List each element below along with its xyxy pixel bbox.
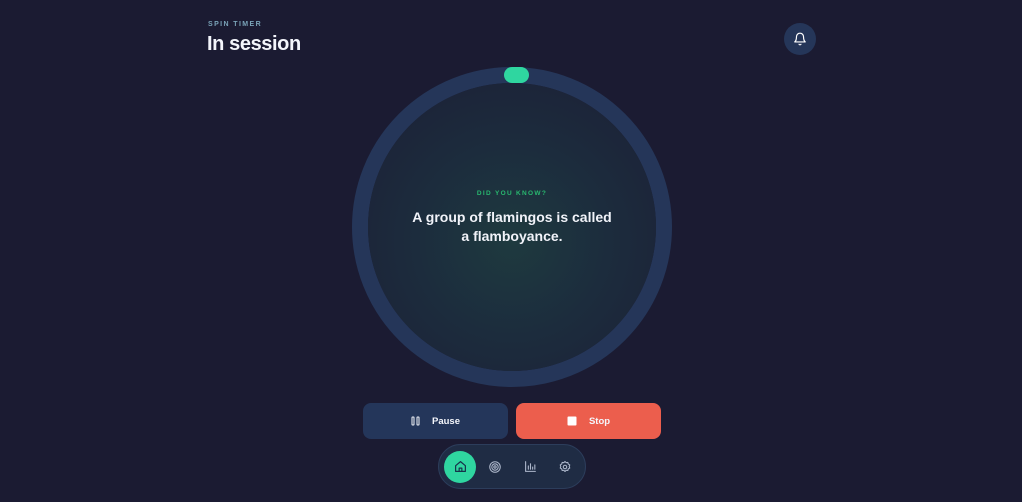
nav-item-target[interactable]: [479, 451, 511, 483]
app-screen: SPIN TIMER In session DID YOU KNOW? A gr…: [0, 0, 1022, 502]
stop-label: Stop: [588, 415, 611, 427]
fact-text: A group of flamingos is called a flamboy…: [412, 209, 612, 244]
bell-icon: [794, 32, 806, 46]
fact-card: DID YOU KNOW? A group of flamingos is ca…: [368, 83, 656, 371]
gear-icon: [559, 460, 571, 472]
pause-icon: [411, 416, 420, 426]
stop-icon: [567, 416, 577, 426]
pause-button[interactable]: Pause: [363, 403, 508, 439]
fact-label: DID YOU KNOW?: [476, 190, 548, 197]
page-title: In session: [207, 33, 301, 55]
nav-item-home[interactable]: [444, 450, 476, 483]
home-icon: [454, 461, 466, 472]
timer-ring: DID YOU KNOW? A group of flamingos is ca…: [352, 67, 672, 387]
pause-label: Pause: [432, 415, 460, 427]
progress-knob[interactable]: [504, 67, 529, 83]
notifications-button[interactable]: [784, 23, 816, 55]
stop-button[interactable]: Stop: [516, 403, 661, 439]
app-eyebrow: SPIN TIMER: [208, 21, 263, 28]
nav-item-stats[interactable]: [514, 451, 546, 483]
bottom-nav: [438, 444, 586, 489]
nav-item-settings[interactable]: [549, 451, 581, 483]
bar-chart-icon: [524, 461, 536, 472]
target-icon: [489, 460, 501, 473]
